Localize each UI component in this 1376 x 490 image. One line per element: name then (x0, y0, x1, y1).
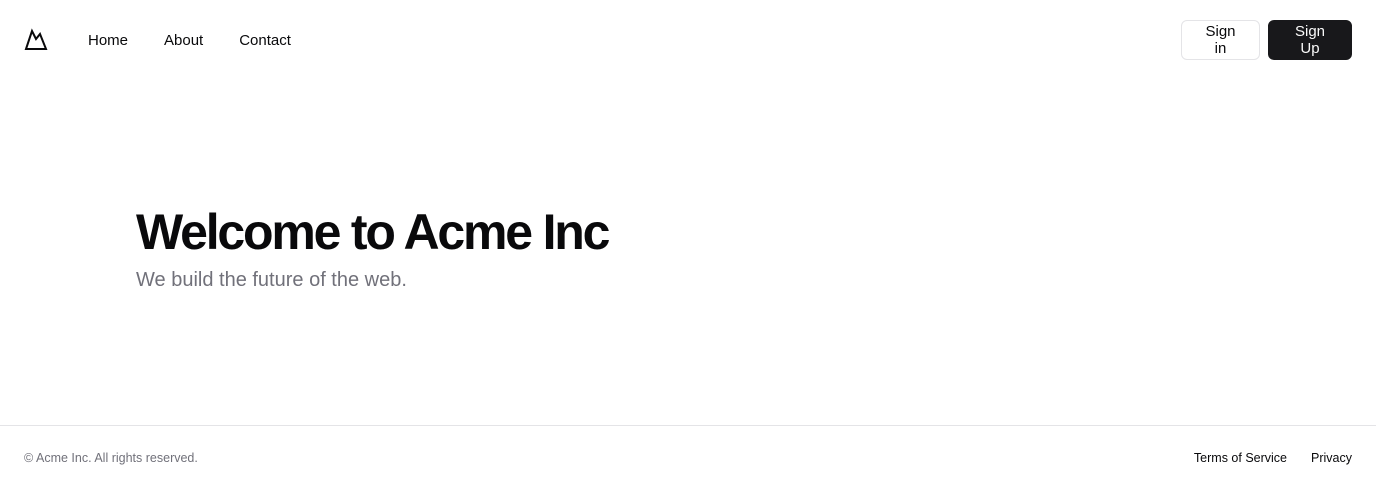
mountain-icon (24, 28, 48, 50)
footer-link-privacy[interactable]: Privacy (1311, 451, 1352, 465)
sign-in-button[interactable]: Sign in (1181, 20, 1260, 60)
nav-link-contact[interactable]: Contact (239, 32, 291, 49)
copyright-text: © Acme Inc. All rights reserved. (24, 451, 198, 465)
hero-subtitle: We build the future of the web. (136, 269, 407, 291)
home-logo-link[interactable] (24, 28, 48, 52)
hero-section: Welcome to Acme Inc We build the future … (136, 204, 610, 292)
main-nav: Home About Contact (88, 32, 291, 49)
nav-link-home[interactable]: Home (88, 32, 128, 49)
sign-up-button[interactable]: Sign Up (1268, 20, 1352, 60)
footer-link-terms[interactable]: Terms of Service (1194, 451, 1287, 465)
site-footer: © Acme Inc. All rights reserved. Terms o… (0, 425, 1376, 490)
nav-link-about[interactable]: About (164, 32, 203, 49)
site-header: Home About Contact Sign in Sign Up (0, 0, 1376, 80)
footer-links: Terms of Service Privacy (1194, 451, 1352, 465)
hero-title: Welcome to Acme Inc (136, 204, 610, 260)
header-actions: Sign in Sign Up (1181, 20, 1352, 60)
landing-page: Home About Contact Sign in Sign Up Welco… (0, 0, 1376, 490)
